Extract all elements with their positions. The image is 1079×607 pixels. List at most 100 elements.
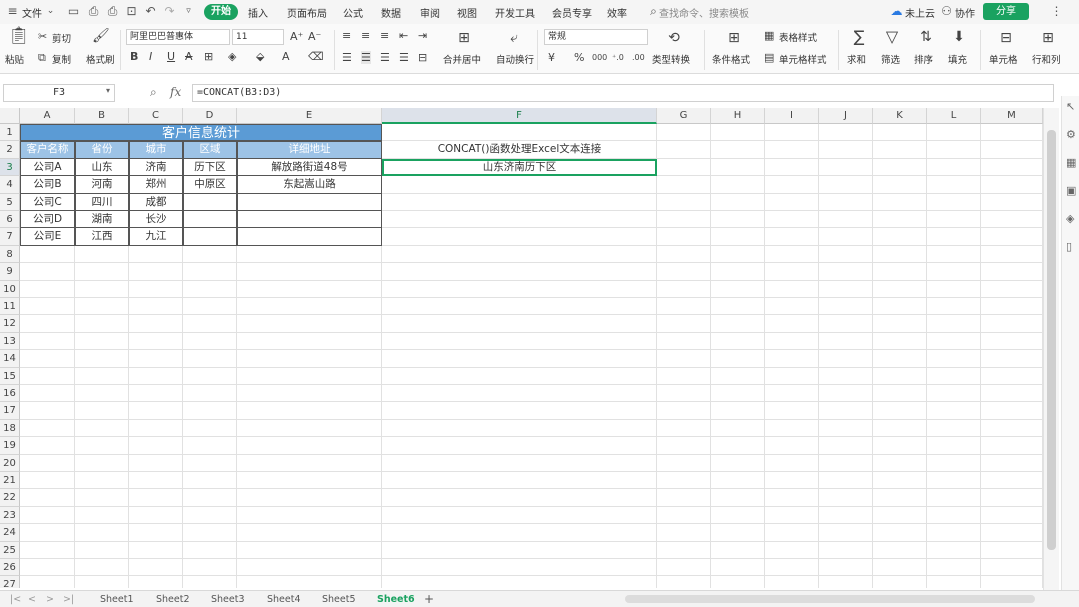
strikethrough-icon[interactable]: A [185,50,193,63]
pointer-icon[interactable]: ↖ [1066,100,1075,113]
paste-button[interactable]: 粘贴 [5,52,24,66]
chevron-down-icon[interactable]: ⌄ [44,4,57,18]
select-all-corner[interactable] [0,108,20,124]
merge-center-button[interactable]: 合并居中 [443,52,481,66]
row-header-20[interactable]: 20 [0,454,20,472]
row-header-4[interactable]: 4 [0,176,20,194]
add-sheet-icon[interactable]: + [424,592,434,606]
table-cell[interactable]: 成都 [129,193,183,211]
table-cell[interactable]: 公司D [20,211,75,229]
prev-sheet-icon[interactable]: < [28,594,36,605]
collab-button[interactable]: 协作 [955,5,975,20]
settings-icon[interactable]: ⚙ [1066,128,1076,141]
sum-button[interactable]: 求和 [847,52,866,66]
table-cell[interactable] [183,211,237,229]
tab-member[interactable]: 会员专享 [552,5,592,20]
location-icon[interactable]: ◈ [1066,212,1074,225]
table-cell[interactable] [237,211,382,229]
table-cell[interactable]: 郑州 [129,176,183,194]
format-painter-icon[interactable]: 🖌︎ [92,28,110,44]
row-header-14[interactable]: 14 [0,350,20,368]
align-top-icon[interactable]: ≡ [342,29,351,42]
table-cell[interactable] [237,228,382,246]
column-header-e[interactable]: E [237,108,382,124]
row-header-17[interactable]: 17 [0,402,20,420]
decrease-decimal-icon[interactable]: .00 [632,51,645,64]
underline-icon[interactable]: U [167,50,175,63]
table-icon[interactable]: ▦ [1066,156,1076,169]
align-center-icon[interactable]: ☰ [361,51,371,64]
row-header-2[interactable]: 2 [0,141,20,159]
active-cell-f3[interactable]: 山东济南历下区 [382,158,657,177]
last-sheet-icon[interactable]: >| [63,594,74,605]
highlight-icon[interactable]: ⬙ [256,50,264,63]
column-header-b[interactable]: B [75,108,129,124]
paste-icon[interactable]: 📋︎ [8,28,30,45]
fill-color-icon[interactable]: ◈ [228,50,236,63]
concat-note-cell[interactable]: CONCAT()函数处理Excel文本连接 [382,141,657,158]
font-name-select[interactable]: 阿里巴巴普惠体 [126,29,230,45]
fill-icon[interactable]: ⬇ [951,29,967,45]
wrap-text-icon[interactable]: ⤶ [506,30,522,46]
save-icon[interactable]: ▭ [67,4,80,18]
print-icon[interactable]: ⎙ [106,4,119,18]
undo-icon[interactable]: ↶ [144,4,157,18]
tab-developer[interactable]: 开发工具 [495,5,535,20]
row-header-13[interactable]: 13 [0,332,20,351]
table-cell[interactable] [183,228,237,246]
copy-button[interactable]: 复制 [52,52,71,66]
justify-icon[interactable]: ☰ [399,51,409,64]
cond-format-button[interactable]: 条件格式 [712,52,750,66]
row-header-23[interactable]: 23 [0,506,20,525]
cell-style-button[interactable]: 单元格样式 [779,52,827,66]
font-color-icon[interactable]: A [282,50,290,63]
table-cell[interactable]: 中原区 [183,176,237,194]
cond-format-icon[interactable]: ⊞ [726,30,742,46]
sheet-tab-3[interactable]: Sheet3 [211,594,245,605]
row-header-6[interactable]: 6 [0,211,20,229]
align-bottom-icon[interactable]: ≡ [380,29,389,42]
table-cell[interactable]: 四川 [75,193,129,211]
command-search[interactable]: 查找命令、搜索模板 [659,5,749,20]
tab-efficiency[interactable]: 效率 [607,5,627,20]
row-header-12[interactable]: 12 [0,315,20,333]
horizontal-scrollbar[interactable] [625,595,1035,603]
row-header-26[interactable]: 26 [0,559,20,577]
align-middle-icon[interactable]: ≡ [361,29,370,42]
italic-icon[interactable]: I [149,50,152,63]
format-painter-button[interactable]: 格式刷 [86,52,115,66]
rowcol-button[interactable]: 行和列 [1032,52,1061,66]
tab-start[interactable]: 开始 [204,4,238,20]
name-box[interactable]: F3 [3,84,115,102]
row-header-22[interactable]: 22 [0,489,20,507]
row-header-10[interactable]: 10 [0,280,20,298]
table-cell[interactable]: 公司E [20,228,75,246]
wrap-text-button[interactable]: 自动换行 [496,52,534,66]
table-cell[interactable]: 山东 [75,158,129,177]
row-header-15[interactable]: 15 [0,367,20,385]
table-cell[interactable]: 湖南 [75,211,129,229]
column-header-f[interactable]: F [382,108,657,124]
sheet-tab-1[interactable]: Sheet1 [100,594,134,605]
cells-icon[interactable]: ⊟ [998,30,1014,46]
table-cell[interactable]: 长沙 [129,211,183,229]
number-format-select[interactable]: 常规 [544,29,648,45]
currency-icon[interactable]: ¥ [548,51,555,64]
cells-button[interactable]: 单元格 [989,52,1018,66]
table-cell[interactable]: 公司A [20,158,75,177]
indent-decrease-icon[interactable]: ⇤ [399,29,408,42]
font-size-select[interactable]: 11 [232,29,284,45]
row-header-1[interactable]: 1 [0,124,20,142]
fx-icon[interactable]: fx [170,85,181,99]
more-dropdown-icon[interactable]: ▿ [182,4,195,18]
row-header-11[interactable]: 11 [0,298,20,316]
name-box-dropdown-icon[interactable]: ▾ [106,86,110,95]
hamburger-icon[interactable]: ≡ [6,4,19,18]
distributed-icon[interactable]: ⊟ [418,51,427,64]
row-header-24[interactable]: 24 [0,524,20,542]
column-header-l[interactable]: L [927,108,981,124]
tab-page-layout[interactable]: 页面布局 [287,5,327,20]
column-header-j[interactable]: J [819,108,873,124]
column-header-i[interactable]: I [765,108,819,124]
cloud-status[interactable]: 未上云 [905,5,935,20]
